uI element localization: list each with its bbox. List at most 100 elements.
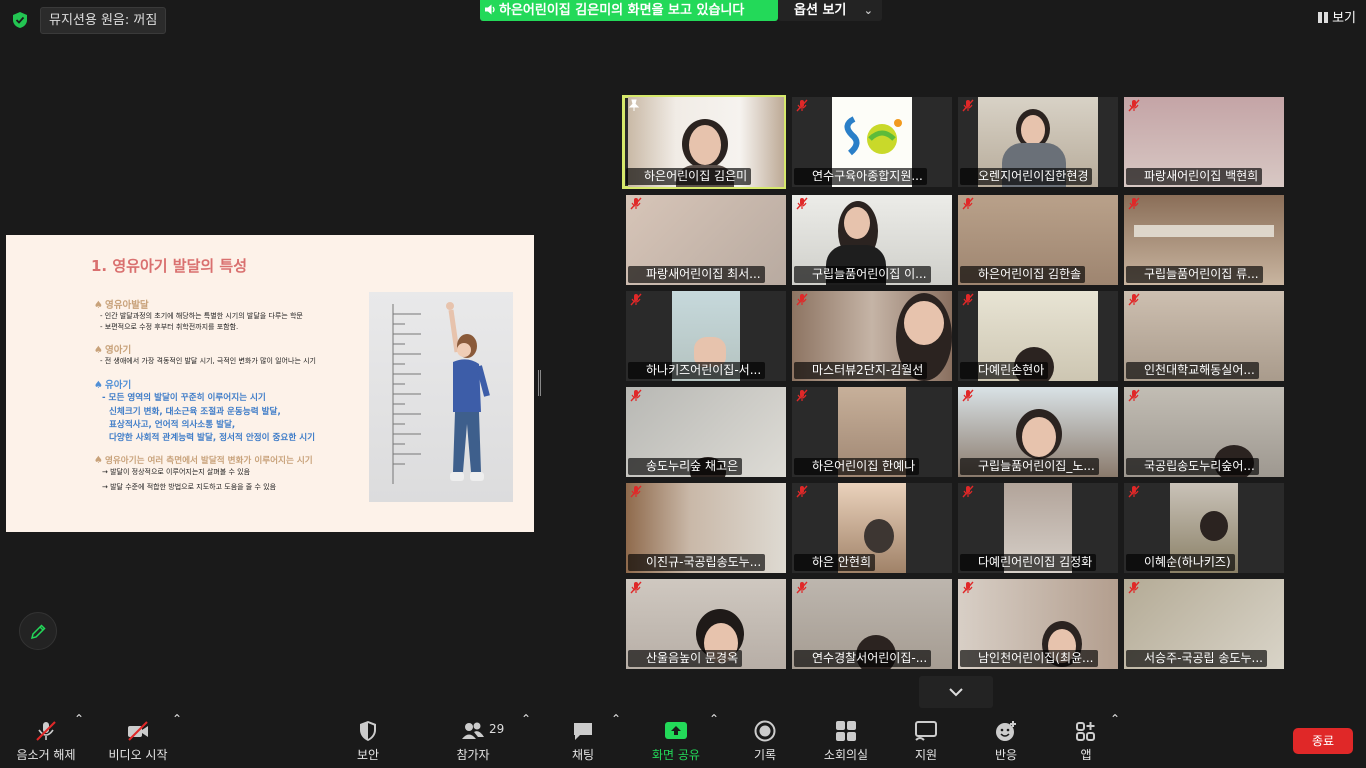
- participant-name: 하은어린이집 김한솔: [960, 266, 1086, 283]
- participant-name: 하은어린이집 김은미: [626, 168, 752, 185]
- participant-tile[interactable]: 파랑새어린이집 최서...: [626, 195, 786, 285]
- participant-tile[interactable]: 연수경찰서어린이집-...: [792, 579, 952, 669]
- participant-tile[interactable]: 송도누리숲 채고은: [626, 387, 786, 477]
- participant-name: 이진규-국공립송도누...: [628, 554, 766, 571]
- participant-tile[interactable]: 다예린손현아: [958, 291, 1118, 381]
- participant-name: 파랑새어린이집 백현희: [1126, 168, 1263, 185]
- apps-button[interactable]: 앱: [1066, 712, 1106, 768]
- participant-name: 인천대학교해동실어...: [1126, 362, 1259, 379]
- encryption-shield-icon[interactable]: [10, 10, 30, 30]
- panel-resize-handle[interactable]: [538, 370, 541, 396]
- participant-tile[interactable]: 국공립송도누리숲어...: [1124, 387, 1284, 477]
- participants-button[interactable]: 참가자: [444, 712, 502, 768]
- participant-gallery: 하은어린이집 김은미 연수구육아종합지원... 오렌지어린이집한현경 파랑새어린…: [622, 95, 1288, 671]
- original-sound-status[interactable]: 뮤지션용 원음: 꺼짐: [40, 7, 167, 34]
- shield-icon: [360, 721, 376, 741]
- participant-name: 하은 안현희: [794, 554, 876, 571]
- spade-icon: ♠: [94, 455, 103, 466]
- participant-name: 마스터뷰2단지-김월선: [794, 362, 928, 379]
- participant-tile[interactable]: 인천대학교해동실어...: [1124, 291, 1284, 381]
- chat-options-caret[interactable]: ⌃: [611, 712, 621, 726]
- slide-bullet: 다양한 사회적 관계능력 발달, 정서적 안정이 중요한 시기: [109, 433, 316, 443]
- gallery-next-page-button[interactable]: [919, 676, 993, 708]
- slide-bullet: 표상적사고, 언어적 의사소통 발달,: [109, 420, 236, 430]
- record-icon: [754, 720, 776, 742]
- pin-icon: [628, 99, 640, 111]
- reactions-label: 반응: [994, 748, 1018, 762]
- height-ruler-graphic: [392, 304, 421, 484]
- breakout-rooms-icon: [836, 721, 856, 741]
- muted-mic-icon: [1128, 99, 1140, 112]
- share-options-caret[interactable]: ⌃: [709, 712, 719, 726]
- child-height-photo: [369, 292, 513, 502]
- screen-share-banner: 하은어린이집 김은미의 화면을 보고 있습니다: [480, 0, 778, 21]
- participant-tile[interactable]: 산울음높이 문경옥: [626, 579, 786, 669]
- organization-logo: [844, 116, 902, 156]
- participant-tile[interactable]: 연수구육아종합지원...: [792, 97, 952, 187]
- participants-options-caret[interactable]: ⌃: [521, 712, 531, 726]
- view-options-button[interactable]: 옵션 보기 ⌄: [778, 0, 882, 21]
- chat-label: 채팅: [571, 748, 595, 762]
- smiley-add-icon: [996, 721, 1016, 741]
- video-off-icon: [128, 721, 148, 741]
- participant-tile[interactable]: 다예린어린이집 김정화: [958, 483, 1118, 573]
- slide-bullet: → 발달 수준에 적합한 방법으로 지도하고 도움을 줄 수 있음: [102, 483, 277, 491]
- apps-options-caret[interactable]: ⌃: [1110, 712, 1120, 726]
- participant-tile[interactable]: 이혜순(하나키즈): [1124, 483, 1284, 573]
- participant-tile[interactable]: 하은어린이집 한예나: [792, 387, 952, 477]
- share-screen-button[interactable]: 화면 공유: [646, 712, 706, 768]
- muted-mic-icon: [962, 197, 974, 210]
- participant-tile[interactable]: 하은어린이집 김은미: [622, 95, 786, 189]
- slide-section-heading: ♠ 유아기: [94, 380, 132, 391]
- security-button[interactable]: 보안: [340, 712, 396, 768]
- participant-tile[interactable]: 하나키즈어린이집-서...: [626, 291, 786, 381]
- shared-screen-slide: 1. 영유아기 발달의 특성 ♠ 영유아발달 - 인간 발달과정의 초기에 해당하…: [6, 235, 534, 532]
- slide-bullet: 신체크기 변화, 대소근육 조절과 운동능력 발달,: [109, 407, 281, 417]
- muted-mic-icon: [1128, 389, 1140, 402]
- participant-tile[interactable]: 서승주-국공립 송도누...: [1124, 579, 1284, 669]
- participant-tile[interactable]: 마스터뷰2단지-김월선: [792, 291, 952, 381]
- participant-tile[interactable]: 구립늘품어린이집 류...: [1124, 195, 1284, 285]
- share-screen-label: 화면 공유: [652, 748, 700, 762]
- reactions-button[interactable]: 반응: [984, 712, 1028, 768]
- muted-mic-icon: [36, 721, 56, 741]
- breakout-rooms-button[interactable]: 소회의실: [816, 712, 876, 768]
- view-label: 보기: [1332, 11, 1356, 26]
- annotate-button[interactable]: [19, 612, 57, 650]
- participant-tile[interactable]: 파랑새어린이집 백현희: [1124, 97, 1284, 187]
- participant-tile[interactable]: 구립늘품어린이집_노...: [958, 387, 1118, 477]
- participant-name: 구립늘품어린이집 류...: [1126, 266, 1263, 283]
- participant-tile[interactable]: 하은어린이집 김한솔: [958, 195, 1118, 285]
- muted-mic-icon: [1128, 485, 1140, 498]
- participant-tile[interactable]: 남인천어린이집(최윤...: [958, 579, 1118, 669]
- muted-mic-icon: [796, 99, 808, 112]
- start-video-button[interactable]: 비디오 시작: [104, 712, 172, 768]
- muted-mic-icon: [630, 197, 642, 210]
- meeting-toolbar: 음소거 해제 ⌃ 비디오 시작 ⌃ 보안 참가자 29 ⌃ 채팅 ⌃ 화면 공유…: [0, 712, 1366, 768]
- participants-count: 29: [489, 722, 505, 736]
- muted-mic-icon: [962, 389, 974, 402]
- record-button[interactable]: 기록: [742, 712, 788, 768]
- support-label: 지원: [914, 748, 938, 762]
- audio-options-caret[interactable]: ⌃: [74, 712, 84, 726]
- slide-bullet: - 인간 발달과정의 초기에 해당하는 특별한 시기의 발달을 다루는 학문: [100, 312, 303, 320]
- chat-bubble-icon: [574, 723, 592, 740]
- apps-label: 앱: [1080, 748, 1092, 762]
- participant-tile[interactable]: 이진규-국공립송도누...: [626, 483, 786, 573]
- muted-mic-icon: [796, 293, 808, 306]
- chat-button[interactable]: 채팅: [560, 712, 606, 768]
- unmute-button[interactable]: 음소거 해제: [10, 712, 82, 768]
- people-icon: [462, 722, 484, 739]
- record-label: 기록: [753, 748, 777, 762]
- spade-icon: ♠: [94, 300, 103, 311]
- muted-mic-icon: [630, 485, 642, 498]
- participant-tile[interactable]: 오렌지어린이집한현경: [958, 97, 1118, 187]
- participant-tile[interactable]: 구립늘품어린이집 이...: [792, 195, 952, 285]
- view-button[interactable]: 보기: [1318, 9, 1356, 29]
- share-banner-text: 하은어린이집 김은미의 화면을 보고 있습니다: [499, 3, 745, 18]
- participant-name: 산울음높이 문경옥: [628, 650, 743, 667]
- support-button[interactable]: 지원: [904, 712, 948, 768]
- video-options-caret[interactable]: ⌃: [172, 712, 182, 726]
- end-meeting-button[interactable]: 종료: [1293, 728, 1353, 754]
- participant-tile[interactable]: 하은 안현희: [792, 483, 952, 573]
